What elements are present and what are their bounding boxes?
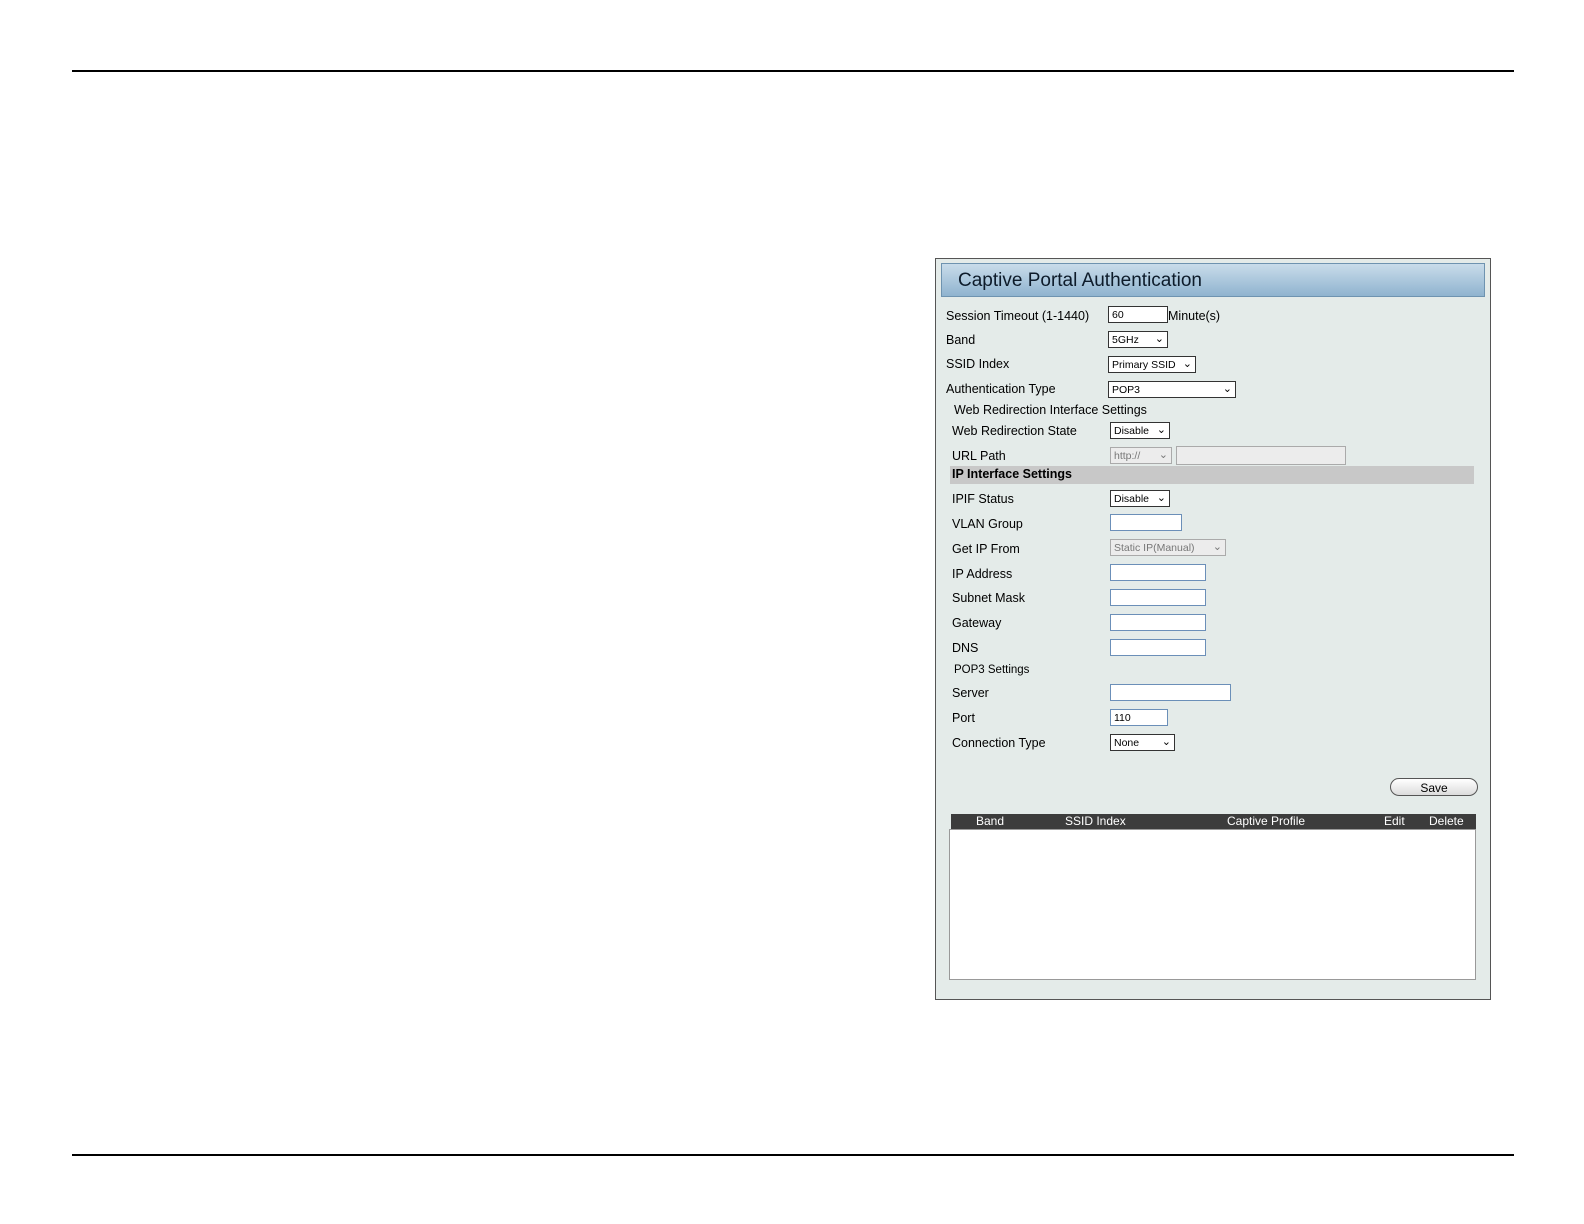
pop3-heading: POP3 Settings <box>954 664 1030 676</box>
col-edit: Edit <box>1384 814 1405 828</box>
col-band: Band <box>976 814 1005 828</box>
ssid-index-select[interactable]: Primary SSID ⌄ <box>1108 356 1196 373</box>
col-ssid-index: SSID Index <box>1065 814 1126 828</box>
get-ip-from-value: Static IP(Manual) <box>1114 542 1195 554</box>
ssid-index-select-value: Primary SSID <box>1112 359 1176 371</box>
save-button[interactable]: Save <box>1390 778 1478 796</box>
dns-input[interactable] <box>1110 639 1206 656</box>
subnet-mask-input[interactable] <box>1110 589 1206 606</box>
chevron-down-icon: ⌄ <box>1156 492 1166 504</box>
chevron-down-icon: ⌄ <box>1154 333 1164 345</box>
ssid-index-label: SSID Index <box>946 357 1010 371</box>
get-ip-from-select[interactable]: Static IP(Manual) ⌄ <box>1110 539 1226 556</box>
ip-interface-section-bar: IP Interface Settings <box>950 466 1474 484</box>
chevron-down-icon: ⌄ <box>1158 449 1168 461</box>
table-header: Band SSID Index Captive Profile Edit Del… <box>951 814 1476 829</box>
session-timeout-label: Session Timeout (1-1440) <box>946 309 1090 323</box>
auth-type-select[interactable]: POP3 ⌄ <box>1108 381 1236 398</box>
ip-interface-heading: IP Interface Settings <box>952 467 1072 481</box>
col-delete: Delete <box>1429 814 1464 828</box>
session-timeout-unit: Minute(s) <box>1168 309 1221 323</box>
port-label: Port <box>952 711 975 725</box>
panel-title: Captive Portal Authentication <box>958 270 1202 291</box>
subnet-mask-label: Subnet Mask <box>952 591 1025 605</box>
dns-label: DNS <box>952 641 979 655</box>
ip-address-label: IP Address <box>952 567 1013 581</box>
band-select[interactable]: 5GHz ⌄ <box>1108 331 1168 348</box>
web-redirection-state-value: Disable <box>1114 425 1150 437</box>
bottom-divider <box>72 1154 1514 1156</box>
vlan-group-input[interactable] <box>1110 514 1182 531</box>
web-redirection-state-select[interactable]: Disable ⌄ <box>1110 422 1170 439</box>
url-scheme-select[interactable]: http:// ⌄ <box>1110 447 1172 464</box>
ip-address-input[interactable] <box>1110 564 1206 581</box>
gateway-input[interactable] <box>1110 614 1206 631</box>
session-timeout-input[interactable]: 60 <box>1108 306 1168 323</box>
col-captive-profile: Captive Profile <box>1227 814 1306 828</box>
chevron-down-icon: ⌄ <box>1212 541 1222 553</box>
chevron-down-icon: ⌄ <box>1182 358 1192 370</box>
web-redirection-state-label: Web Redirection State <box>952 424 1077 438</box>
band-label: Band <box>946 333 976 347</box>
band-select-value: 5GHz <box>1112 334 1139 346</box>
url-path-input[interactable] <box>1176 446 1346 465</box>
url-scheme-value: http:// <box>1114 450 1141 462</box>
top-divider <box>72 70 1514 72</box>
url-path-label: URL Path <box>952 449 1006 463</box>
server-input[interactable] <box>1110 684 1231 701</box>
get-ip-from-label: Get IP From <box>952 542 1020 556</box>
connection-type-value: None <box>1114 737 1140 749</box>
panel-title-bar: Captive Portal Authentication <box>941 263 1485 297</box>
chevron-down-icon: ⌄ <box>1222 383 1232 395</box>
connection-type-select[interactable]: None ⌄ <box>1110 734 1175 751</box>
vlan-group-label: VLAN Group <box>952 517 1023 531</box>
port-input[interactable]: 110 <box>1110 709 1168 726</box>
ipif-status-select[interactable]: Disable ⌄ <box>1110 490 1170 507</box>
ipif-status-label: IPIF Status <box>952 492 1014 506</box>
auth-type-select-value: POP3 <box>1112 384 1141 396</box>
ipif-status-value: Disable <box>1114 493 1150 505</box>
chevron-down-icon: ⌄ <box>1156 424 1166 436</box>
gateway-label: Gateway <box>952 616 1002 630</box>
connection-type-label: Connection Type <box>952 736 1046 750</box>
server-label: Server <box>952 686 989 700</box>
chevron-down-icon: ⌄ <box>1161 736 1171 748</box>
auth-type-label: Authentication Type <box>946 382 1056 396</box>
table-body <box>949 829 1476 980</box>
web-redirection-heading: Web Redirection Interface Settings <box>954 403 1147 417</box>
